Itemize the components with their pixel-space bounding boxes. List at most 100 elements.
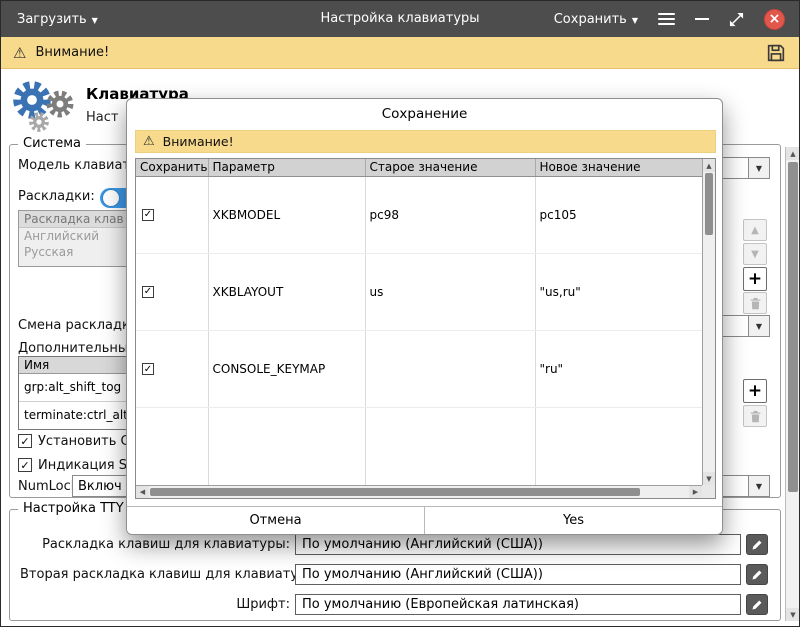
tty-second-layout-label: Вторая раскладка клавиш для клавиатуры: [20,567,290,582]
scrollbar-thumb[interactable] [788,162,798,492]
plus-icon: + [748,269,762,289]
yes-button[interactable]: Yes [425,507,722,534]
tty-font-field[interactable]: По умолчанию (Европейская латинская) [295,594,741,615]
layouts-label: Раскладки: [18,189,95,204]
scroll-indicator-checkbox-label: Индикация Sc [38,458,134,473]
chevron-down-icon: ▼ [748,316,769,336]
check-icon: ✓ [20,459,29,472]
column-header: Сохранить [136,159,208,176]
gears-icon [11,79,83,137]
scroll-down-icon[interactable]: ▼ [786,608,800,621]
scroll-up-icon[interactable]: ▲ [703,159,715,172]
add-option-button[interactable]: + [743,379,767,403]
save-dropdown-button[interactable]: Сохранить ▼ [554,12,638,27]
pencil-icon [751,569,763,581]
check-icon: ✓ [20,435,29,448]
table-row: ✓ XKBLAYOUT us "us,ru" [136,253,702,330]
param-cell: XKBMODEL [208,176,365,253]
scroll-down-icon[interactable]: ▼ [703,472,715,485]
add-layout-button[interactable]: + [743,267,767,291]
scroll-right-icon[interactable]: ▶ [689,486,702,498]
table-row: ✓ XKBMODEL pc98 pc105 [136,176,702,253]
warning-bar: ⚠ Внимание! [1,37,799,69]
table-row[interactable]: grp:alt_shift_tog [19,374,127,402]
dialog-horizontal-scrollbar[interactable]: ◀ ▶ [136,485,702,498]
keyboard-settings-window: Загрузить ▼ Настройка клавиатуры Сохрани… [0,0,800,627]
edit-tty-layout-button[interactable] [746,534,768,555]
param-cell: XKBLAYOUT [208,253,365,330]
param-cell: CONSOLE_KEYMAP [208,331,365,408]
list-item[interactable]: Английский [19,228,127,244]
tty-legend: Настройка TTY [18,501,129,516]
menu-icon[interactable] [658,13,675,25]
page-subtitle: Наст [86,110,118,125]
scrollbar-corner [702,485,715,498]
column-header: Параметр [208,159,365,176]
options-table[interactable]: Имя grp:alt_shift_tog terminate:ctrl_alt [18,356,128,430]
layouts-listbox[interactable]: Раскладка клав Английский Русская [18,210,128,267]
chevron-down-icon: ▼ [748,158,769,178]
table-row: ✓ CONSOLE_KEYMAP "ru" [136,331,702,408]
pencil-icon [751,539,763,551]
numlock-value: Включ [78,476,122,496]
warning-icon: ⚠ [13,44,26,62]
changes-table: Сохранить Параметр Старое значение Новое… [135,158,716,499]
cancel-button[interactable]: Отмена [127,507,425,534]
compose-checkbox-label: Установить Со [38,434,138,449]
save-icon[interactable] [765,42,787,64]
new-value-cell: "us,ru" [535,253,702,330]
old-value-cell [365,331,535,408]
layout-switch-label: Смена раскладки [18,318,138,333]
tty-font-label: Шрифт: [20,597,290,612]
dialog-warning-bar: ⚠ Внимание! [135,130,716,153]
expand-icon[interactable] [729,12,744,27]
warning-text: Внимание! [35,45,756,60]
scroll-up-icon[interactable]: ▲ [786,147,800,160]
titlebar-actions: Сохранить ▼ × [554,1,785,37]
check-icon: ✓ [144,364,152,375]
row-checkbox[interactable]: ✓ [142,209,154,221]
table-filler [136,408,702,485]
main-scrollbar[interactable]: ▲ ▼ [785,147,800,621]
scrollbar-thumb[interactable] [705,173,713,235]
new-value-cell: pc105 [535,176,702,253]
tty-layout-field[interactable]: По умолчанию (Английский (США)) [295,534,741,555]
warning-icon: ⚠ [143,134,155,149]
check-icon: ✓ [144,209,152,220]
column-header: Старое значение [365,159,535,176]
move-down-button[interactable]: ▼ [743,243,767,265]
check-icon: ✓ [144,286,152,297]
toggle-knob [103,190,119,206]
row-checkbox[interactable]: ✓ [142,286,154,298]
layouts-list-header: Раскладка клав [19,211,127,228]
arrow-up-icon: ▲ [751,225,759,236]
old-value-cell: pc98 [365,176,535,253]
dialog-title: Сохранение [127,99,722,127]
options-table-header: Имя [19,357,127,374]
chevron-down-icon: ▼ [632,16,638,25]
table-header-row: Сохранить Параметр Старое значение Новое… [136,159,702,176]
scroll-left-icon[interactable]: ◀ [136,486,149,498]
compose-checkbox[interactable]: ✓ [18,434,32,448]
tty-second-layout-field[interactable]: По умолчанию (Английский (США)) [295,564,741,585]
trash-icon [749,410,762,423]
close-icon[interactable]: × [764,9,785,30]
new-value-cell: "ru" [535,331,702,408]
arrow-down-icon: ▼ [751,249,759,260]
minimize-icon[interactable] [695,18,709,20]
scrollbar-thumb[interactable] [150,488,640,496]
tty-layout-label: Раскладка клавиш для клавиатуры: [40,537,290,552]
delete-layout-button[interactable] [743,292,767,314]
old-value-cell: us [365,253,535,330]
row-checkbox[interactable]: ✓ [142,363,154,375]
move-up-button[interactable]: ▲ [743,219,767,241]
delete-option-button[interactable] [743,405,767,427]
dialog-buttons: Отмена Yes [127,506,722,534]
scroll-indicator-checkbox[interactable]: ✓ [18,458,32,472]
list-item[interactable]: Русская [19,244,127,260]
edit-tty-second-layout-button[interactable] [746,564,768,585]
dialog-vertical-scrollbar[interactable]: ▲ ▼ [702,159,715,485]
save-label: Сохранить [554,12,627,27]
edit-tty-font-button[interactable] [746,594,768,615]
table-row[interactable]: terminate:ctrl_alt [19,402,127,429]
